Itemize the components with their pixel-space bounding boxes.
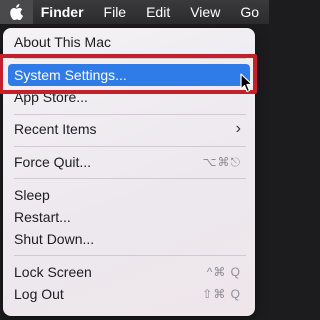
menu-item-restart[interactable]: Restart... <box>8 206 250 228</box>
menu-item-sleep[interactable]: Sleep <box>8 184 250 206</box>
keyboard-shortcut: ⌥⌘⎋ <box>202 154 241 169</box>
apple-icon <box>10 4 24 20</box>
menu-item-label: Sleep <box>14 187 50 203</box>
menubar-view[interactable]: View <box>180 0 230 24</box>
keyboard-shortcut: ^⌘ Q <box>206 265 241 279</box>
menubar-finder[interactable]: Finder <box>33 0 94 24</box>
menubar-go[interactable]: Go <box>230 0 269 24</box>
menu-item-force-quit[interactable]: Force Quit... ⌥⌘⎋ <box>8 151 250 173</box>
menu-separator <box>14 178 246 179</box>
highlight-callout-box <box>0 54 257 94</box>
menubar-edit[interactable]: Edit <box>136 0 180 24</box>
menu-item-lock-screen[interactable]: Lock Screen ^⌘ Q <box>8 261 250 283</box>
menu-item-about[interactable]: About This Mac <box>8 31 250 53</box>
keyboard-shortcut: ⇧⌘ Q <box>202 287 241 301</box>
menu-item-shut-down[interactable]: Shut Down... <box>8 228 250 250</box>
menu-separator <box>14 146 246 147</box>
chevron-right-icon: › <box>235 120 241 137</box>
menu-item-label: Log Out <box>14 286 64 302</box>
menu-separator <box>14 255 246 256</box>
menu-item-log-out[interactable]: Log Out ⇧⌘ Q <box>8 283 250 305</box>
menu-item-recent-items[interactable]: Recent Items › <box>8 118 250 140</box>
mouse-pointer-icon <box>240 73 253 93</box>
menu-separator <box>14 114 246 115</box>
menu-item-label: Restart... <box>14 209 71 225</box>
apple-menu-button[interactable] <box>0 0 33 24</box>
menu-item-label: Shut Down... <box>14 231 95 247</box>
menu-item-label: Lock Screen <box>14 264 92 280</box>
menu-bar: Finder File Edit View Go <box>0 0 269 24</box>
menu-item-label: About This Mac <box>14 34 112 50</box>
menubar-file[interactable]: File <box>94 0 137 24</box>
menu-item-label: Force Quit... <box>14 154 92 170</box>
menu-item-label: Recent Items <box>14 121 97 137</box>
